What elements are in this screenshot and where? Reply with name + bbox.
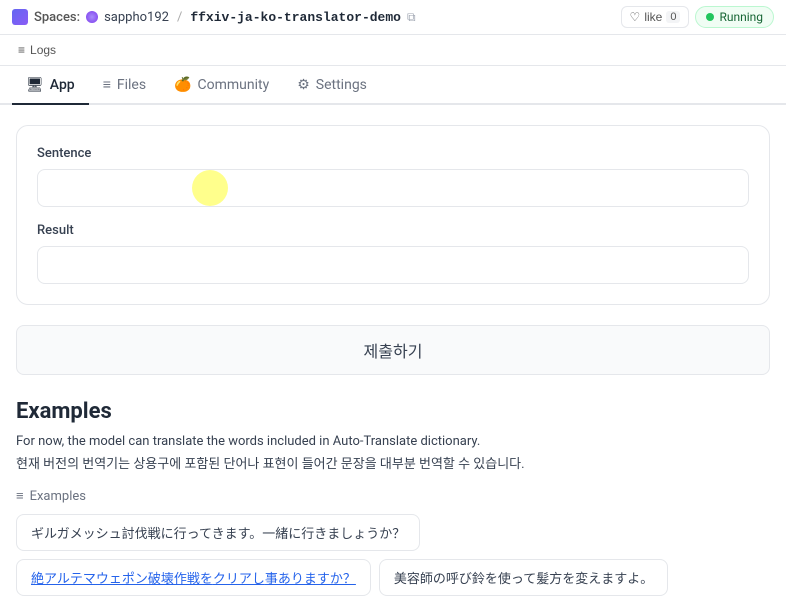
user-link[interactable]: sappho192 (104, 10, 169, 25)
tab-app[interactable]: 🖥 App (12, 66, 89, 105)
spaces-text: Spaces: (34, 10, 80, 25)
examples-desc-ko: 현재 버전의 번역기는 상용구에 포함된 단어나 표현이 들어간 문장을 대부분… (16, 453, 770, 472)
submit-button[interactable]: 제출하기 (16, 325, 770, 375)
logs-button[interactable]: ≡ Logs (12, 41, 62, 59)
files-tab-label: Files (117, 77, 146, 93)
examples-section: Examples For now, the model can translat… (16, 399, 770, 596)
sentence-input-wrapper (37, 169, 749, 207)
breadcrumb-separator: / (177, 10, 182, 25)
repo-name: ffxiv-ja-ko-translator-demo (190, 10, 401, 25)
logs-label: Logs (30, 43, 56, 57)
logs-bar: ≡ Logs (0, 35, 786, 66)
examples-list: ギルガメッシュ討伐戦に行ってきます。一緒に行きましょうか？ 絶アルテマウェポン破… (16, 514, 770, 596)
tabs-bar: 🖥 App ≡ Files 🍊 Community ⚙ Settings (0, 66, 786, 105)
examples-list-icon: ≡ (16, 488, 24, 504)
files-tab-icon: ≡ (103, 76, 111, 93)
examples-desc-en: For now, the model can translate the wor… (16, 434, 770, 449)
community-tab-icon: 🍊 (174, 77, 191, 93)
spaces-icon (12, 9, 28, 25)
form-card: Sentence Result (16, 125, 770, 305)
settings-tab-icon: ⚙ (297, 77, 310, 93)
username: sappho192 (104, 10, 169, 25)
like-button[interactable]: ♡ like 0 (621, 6, 690, 28)
main-content: Sentence Result 제출하기 Examples For now, t… (0, 105, 786, 616)
example-row: 絶アルテマウェポン破壊作戦をクリアし事ありますか？ 美容師の呼び鈴を使って髪方を… (16, 559, 770, 596)
tab-settings[interactable]: ⚙ Settings (283, 66, 381, 105)
spaces-label: Spaces: (34, 10, 80, 25)
example-chip[interactable]: ギルガメッシュ討伐戦に行ってきます。一緒に行きましょうか？ (16, 514, 420, 551)
app-tab-icon: 🖥 (26, 77, 44, 93)
community-tab-label: Community (198, 77, 270, 93)
result-label: Result (37, 223, 749, 238)
sentence-input[interactable] (37, 169, 749, 207)
examples-subheader: ≡ Examples (16, 488, 770, 504)
user-avatar-dot (86, 11, 98, 23)
logs-lines-icon: ≡ (18, 43, 25, 57)
heart-icon: ♡ (630, 10, 641, 24)
result-field-group: Result (37, 223, 749, 284)
example-chip-text: ギルガメッシュ討伐戦に行ってきます。一緒に行きましょうか？ (31, 527, 405, 542)
tab-files[interactable]: ≡ Files (89, 66, 160, 105)
sentence-field-group: Sentence (37, 146, 749, 207)
example-chip[interactable]: 絶アルテマウェポン破壊作戦をクリアし事ありますか？ (16, 559, 371, 596)
running-indicator-dot (706, 13, 714, 21)
like-label: like (644, 10, 662, 24)
examples-subheader-label: Examples (30, 489, 86, 504)
settings-tab-label: Settings (316, 77, 367, 93)
example-chip-text: 美容師の呼び鈴を使って髪方を変えますよ。 (394, 572, 653, 587)
running-label: Running (719, 10, 763, 24)
result-input[interactable] (37, 246, 749, 284)
example-row: ギルガメッシュ討伐戦に行ってきます。一緒に行きましょうか？ (16, 514, 770, 551)
examples-heading: Examples (16, 399, 770, 424)
top-bar: Spaces: sappho192 / ffxiv-ja-ko-translat… (0, 0, 786, 35)
sentence-label: Sentence (37, 146, 749, 161)
tab-community[interactable]: 🍊 Community (160, 66, 283, 105)
app-tab-label: App (50, 77, 75, 93)
like-count: 0 (666, 11, 680, 23)
running-badge: Running (695, 6, 774, 28)
example-chip-text: 絶アルテマウェポン破壊作戦をクリアし事ありますか？ (31, 572, 356, 587)
copy-icon[interactable]: ⧉ (407, 10, 416, 25)
example-chip[interactable]: 美容師の呼び鈴を使って髪方を変えますよ。 (379, 559, 668, 596)
